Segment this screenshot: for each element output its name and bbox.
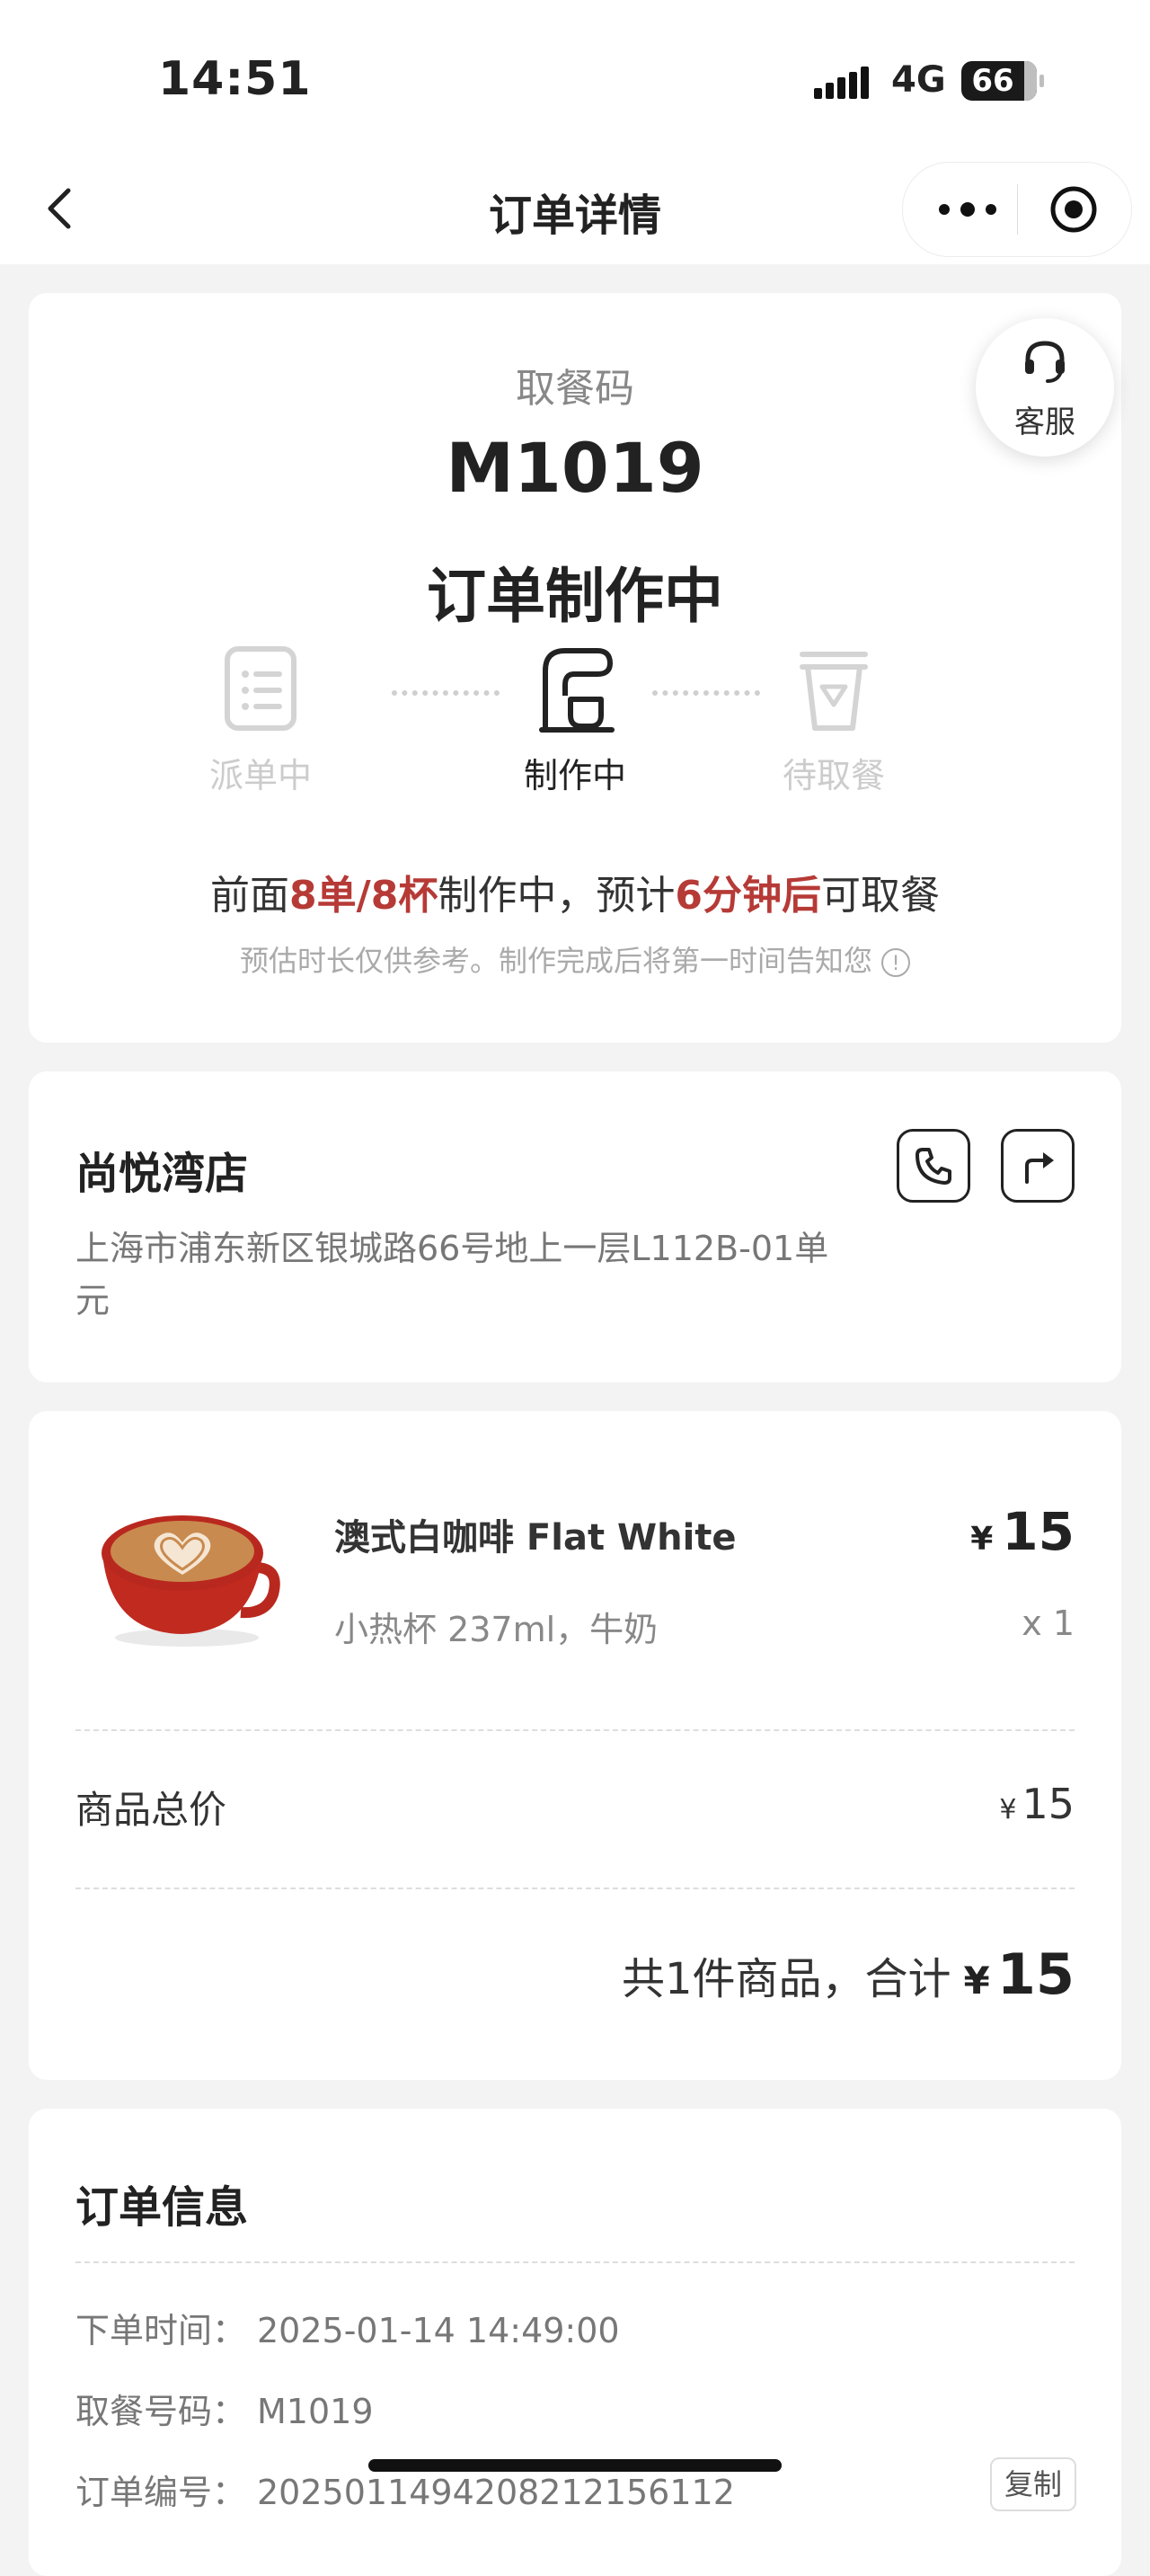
navigate-button[interactable] xyxy=(1001,1129,1075,1203)
currency-symbol: ¥ xyxy=(999,1794,1017,1825)
subtotal-amount: 15 xyxy=(1022,1780,1075,1828)
step-label: 派单中 xyxy=(208,756,312,795)
step-label: 制作中 xyxy=(523,756,626,795)
item-price: ¥15 xyxy=(970,1501,1075,1562)
row-key: 订单编号： xyxy=(75,2473,247,2512)
order-info-title: 订单信息 xyxy=(75,2182,249,2233)
eta-time: 6分钟后 xyxy=(675,873,821,919)
pickup-code-label: 取餐码 xyxy=(516,366,634,412)
divider xyxy=(75,1729,1075,1731)
home-indicator[interactable] xyxy=(368,2459,782,2472)
order-info-card: 订单信息 下单时间： 2025-01-14 14:49:00 取餐号码： M1019… xyxy=(29,2109,1121,2576)
store-address: 上海市浦东新区银城路66号地上一层L112B-01单元 xyxy=(75,1229,829,1320)
coffee-machine-icon xyxy=(539,648,615,733)
row-value: 2025-01-14 14:49:00 xyxy=(257,2311,620,2350)
mini-program-capsule xyxy=(902,162,1132,257)
queue-count: 8单/8杯 xyxy=(289,873,438,919)
row-key: 下单时间： xyxy=(75,2311,247,2350)
customer-service-label: 客服 xyxy=(1014,404,1075,440)
summary-label: 共1件商品，合计 xyxy=(621,1954,951,2004)
order-items-card: 澳式白咖啡 Flat White 小热杯 237ml，牛奶 ¥15 x 1 商品… xyxy=(29,1411,1121,2080)
item-quantity: x 1 xyxy=(1022,1603,1075,1643)
wait-middle: 制作中，预计 xyxy=(438,873,676,919)
subtotal-label: 商品总价 xyxy=(75,1788,227,1832)
more-icon[interactable] xyxy=(932,190,1004,229)
divider xyxy=(75,1888,1075,1889)
estimate-note: 预估时长仅供参考。制作完成后将第一时间告知您! xyxy=(29,938,1121,980)
currency-symbol: ¥ xyxy=(970,1521,994,1558)
subtotal-value: ¥15 xyxy=(999,1780,1075,1828)
order-summary: 共1件商品，合计 ¥15 xyxy=(622,1941,1075,2007)
order-number-row: 订单编号： 20250114942082121561​12 xyxy=(75,2465,735,2514)
item-name: 澳式白咖啡 Flat White xyxy=(334,1517,737,1559)
close-miniprogram-icon[interactable] xyxy=(1048,184,1099,235)
headset-icon xyxy=(1025,341,1065,383)
status-bar: 14:51 4G 66 xyxy=(0,0,1150,153)
total-amount: ¥15 xyxy=(963,1941,1075,2007)
customer-service-button[interactable]: 客服 xyxy=(976,318,1114,457)
order-status-title: 订单制作中 xyxy=(427,562,723,631)
info-icon[interactable]: ! xyxy=(881,948,910,977)
store-card: 尚悦湾店 上海市浦东新区银城路66号地上一层L112B-01单元 xyxy=(29,1071,1121,1382)
battery-tip xyxy=(1039,75,1044,87)
wait-prefix: 前面 xyxy=(210,873,290,919)
store-name: 尚悦湾店 xyxy=(75,1149,249,1199)
currency-symbol: ¥ xyxy=(963,1959,990,2003)
status-time: 14:51 xyxy=(158,52,312,106)
call-store-button[interactable] xyxy=(897,1129,970,1203)
copy-order-number-button[interactable]: 复制 xyxy=(990,2457,1076,2511)
pickup-number-row: 取餐号码： M1019 xyxy=(75,2384,374,2433)
nav-bar: 订单详情 xyxy=(0,153,1150,264)
network-type: 4G xyxy=(891,59,946,101)
row-value: M1019 xyxy=(257,2392,374,2431)
capsule-divider xyxy=(1017,184,1018,235)
row-value: 20250114942082121561​12 xyxy=(257,2473,735,2512)
pickup-card: 取餐码 M1019 订单制作中 派单中 制作中 待取餐 前面8单/8杯制作中，预… xyxy=(29,293,1121,1043)
wait-estimate: 前面8单/8杯制作中，预计6分钟后可取餐 xyxy=(29,863,1121,920)
order-list-icon xyxy=(225,646,296,731)
battery-icon: 66 xyxy=(961,61,1037,101)
order-time-row: 下单时间： 2025-01-14 14:49:00 xyxy=(75,2303,620,2352)
step-connector xyxy=(392,690,500,696)
direction-icon xyxy=(1025,1152,1054,1184)
item-price-value: 15 xyxy=(1002,1501,1075,1562)
row-key: 取餐号码： xyxy=(75,2392,247,2431)
item-options: 小热杯 237ml，牛奶 xyxy=(334,1610,659,1649)
pickup-code: M1019 xyxy=(446,428,704,508)
signal-icon xyxy=(814,67,869,99)
back-icon[interactable] xyxy=(36,173,108,244)
wait-suffix: 可取餐 xyxy=(820,873,940,919)
takeaway-cup-icon xyxy=(800,652,868,731)
phone-icon xyxy=(916,1148,951,1185)
step-label: 待取餐 xyxy=(782,756,885,795)
step-connector xyxy=(652,690,760,696)
divider xyxy=(75,2261,1075,2263)
page-title: 订单详情 xyxy=(488,191,661,241)
total-value: 15 xyxy=(996,1941,1075,2007)
note-text: 预估时长仅供参考。制作完成后将第一时间告知您 xyxy=(239,944,872,978)
battery-level: 66 xyxy=(971,63,1014,99)
flat-white-image xyxy=(102,1515,280,1647)
